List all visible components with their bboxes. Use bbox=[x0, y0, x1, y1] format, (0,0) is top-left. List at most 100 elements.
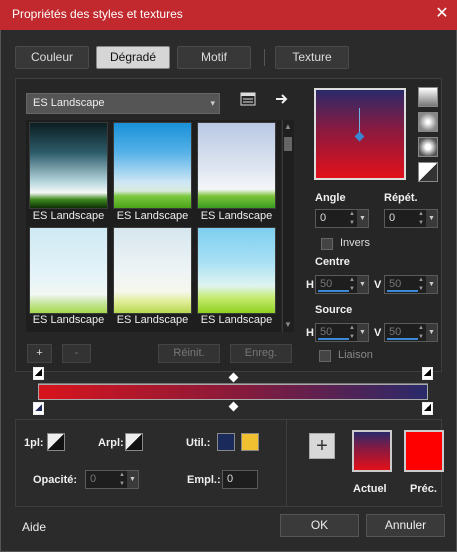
add-gradient-button[interactable]: + bbox=[27, 344, 52, 363]
spin-down-icon[interactable]: ▼ bbox=[349, 285, 355, 293]
remove-gradient-button[interactable]: - bbox=[62, 344, 91, 363]
chevron-down-icon[interactable]: ▼ bbox=[426, 324, 437, 341]
spin-up-icon[interactable]: ▲ bbox=[119, 471, 125, 479]
center-label: Centre bbox=[315, 256, 350, 268]
link-checkbox[interactable] bbox=[319, 350, 331, 362]
sunburst-style-icon[interactable] bbox=[418, 162, 438, 182]
thumb-label: ES Landscape bbox=[32, 210, 105, 222]
scroll-up-icon[interactable]: ▲ bbox=[282, 121, 294, 133]
source-label: Source bbox=[315, 304, 353, 316]
spin-up-icon[interactable]: ▲ bbox=[349, 210, 355, 218]
location-label: Empl.: bbox=[187, 474, 221, 486]
source-h-label: H bbox=[306, 327, 314, 339]
source-h-level bbox=[318, 338, 350, 340]
gradient-thumb[interactable] bbox=[197, 227, 276, 314]
center-v-spinner[interactable]: 50 ▲ ▼ ▼ bbox=[384, 275, 438, 294]
spin-down-icon[interactable]: ▼ bbox=[418, 285, 424, 293]
add-swatch-button[interactable]: + bbox=[309, 433, 335, 459]
location-value: 0 bbox=[227, 473, 234, 485]
gradient-bar[interactable] bbox=[38, 384, 428, 400]
spin-down-icon[interactable]: ▼ bbox=[119, 480, 125, 488]
ok-button[interactable]: OK bbox=[280, 514, 359, 537]
link-label: Liaison bbox=[338, 349, 373, 361]
list-icon bbox=[240, 92, 256, 106]
opacity-spinner[interactable]: 0 ▲ ▼ ▼ bbox=[85, 470, 139, 489]
gradient-thumb[interactable] bbox=[29, 227, 108, 314]
chevron-down-icon[interactable]: ▼ bbox=[357, 276, 368, 293]
gradient-stop-top-left[interactable] bbox=[33, 367, 44, 380]
tab-degrade[interactable]: Dégradé bbox=[96, 46, 170, 69]
spin-down-icon[interactable]: ▼ bbox=[349, 219, 355, 227]
thumb-label: ES Landscape bbox=[116, 210, 189, 222]
window-title: Propriétés des styles et textures bbox=[12, 7, 183, 21]
spin-down-icon[interactable]: ▼ bbox=[418, 219, 424, 227]
preset-dropdown[interactable]: ES Landscape ▾ bbox=[26, 93, 220, 114]
source-v-value: 50 bbox=[389, 326, 402, 338]
scroll-down-icon[interactable]: ▼ bbox=[282, 319, 294, 331]
gallery-scrollbar[interactable] bbox=[282, 120, 294, 332]
gradient-thumb[interactable] bbox=[197, 122, 276, 209]
repeat-value: 0 bbox=[389, 212, 396, 224]
spin-down-icon[interactable]: ▼ bbox=[349, 333, 355, 341]
save-gradient-button[interactable]: Enreg. bbox=[230, 344, 292, 363]
gradient-stop-bottom-left[interactable] bbox=[33, 402, 44, 415]
opacity-value: 0 bbox=[90, 473, 97, 485]
spin-up-icon[interactable]: ▲ bbox=[349, 324, 355, 332]
spin-up-icon[interactable]: ▲ bbox=[418, 324, 424, 332]
invert-checkbox[interactable] bbox=[321, 238, 333, 250]
source-v-level bbox=[387, 338, 419, 340]
angle-spinner[interactable]: 0 ▲ ▼ ▼ bbox=[315, 209, 369, 228]
chevron-down-icon[interactable]: ▼ bbox=[426, 276, 437, 293]
cancel-button[interactable]: Annuler bbox=[366, 514, 445, 537]
chevron-down-icon[interactable]: ▼ bbox=[357, 210, 368, 227]
chevron-down-icon[interactable]: ▼ bbox=[127, 471, 138, 488]
previous-gradient-swatch[interactable] bbox=[404, 430, 444, 472]
radial-style-icon[interactable] bbox=[418, 137, 438, 157]
location-field[interactable]: 0 bbox=[222, 470, 258, 489]
gradient-library-button[interactable] bbox=[238, 92, 258, 110]
tab-texture[interactable]: Texture bbox=[275, 46, 349, 69]
chevron-down-icon[interactable]: ▼ bbox=[357, 324, 368, 341]
invert-label: Invers bbox=[340, 237, 370, 249]
spin-up-icon[interactable]: ▲ bbox=[418, 210, 424, 218]
util-color-navy-swatch[interactable] bbox=[217, 433, 235, 451]
gradient-thumb[interactable] bbox=[29, 122, 108, 209]
util-color-gold-swatch[interactable] bbox=[241, 433, 259, 451]
center-h-spinner[interactable]: 50 ▲ ▼ ▼ bbox=[315, 275, 369, 294]
export-button[interactable] bbox=[272, 92, 292, 110]
arrow-right-icon bbox=[276, 94, 288, 104]
tab-couleur[interactable]: Couleur bbox=[15, 46, 89, 69]
current-gradient-swatch bbox=[352, 430, 392, 472]
source-v-spinner[interactable]: 50 ▲ ▼ ▼ bbox=[384, 323, 438, 342]
tab-separator bbox=[264, 49, 265, 66]
tab-motif[interactable]: Motif bbox=[177, 46, 251, 69]
util-label: Util.: bbox=[186, 437, 211, 449]
spin-down-icon[interactable]: ▼ bbox=[418, 333, 424, 341]
gradient-thumb[interactable] bbox=[113, 227, 192, 314]
thumb-label: ES Landscape bbox=[32, 314, 105, 326]
opacity-label: Opacité: bbox=[33, 474, 78, 486]
repeat-label: Répét. bbox=[384, 192, 418, 204]
source-h-spinner[interactable]: 50 ▲ ▼ ▼ bbox=[315, 323, 369, 342]
foreground-stop-icon[interactable] bbox=[47, 433, 65, 451]
angle-value: 0 bbox=[320, 212, 327, 224]
panel-divider bbox=[286, 420, 287, 506]
scroll-thumb[interactable] bbox=[284, 137, 292, 151]
rectangular-style-icon[interactable] bbox=[418, 112, 438, 132]
repeat-spinner[interactable]: 0 ▲ ▼ ▼ bbox=[384, 209, 438, 228]
linear-style-icon[interactable] bbox=[418, 87, 438, 107]
chevron-down-icon[interactable]: ▼ bbox=[426, 210, 437, 227]
spin-up-icon[interactable]: ▲ bbox=[349, 276, 355, 284]
center-h-value: 50 bbox=[320, 278, 333, 290]
background-stop-icon[interactable] bbox=[125, 433, 143, 451]
spin-up-icon[interactable]: ▲ bbox=[418, 276, 424, 284]
gradient-stop-top-right[interactable] bbox=[422, 367, 433, 380]
thumb-label: ES Landscape bbox=[200, 210, 273, 222]
source-h-value: 50 bbox=[320, 326, 333, 338]
close-button[interactable]: ✕ bbox=[432, 4, 452, 24]
help-link[interactable]: Aide bbox=[22, 520, 46, 534]
reset-button[interactable]: Réinit. bbox=[158, 344, 220, 363]
gradient-thumb[interactable] bbox=[113, 122, 192, 209]
gradient-stop-bottom-right[interactable] bbox=[422, 402, 433, 415]
thumb-label: ES Landscape bbox=[116, 314, 189, 326]
